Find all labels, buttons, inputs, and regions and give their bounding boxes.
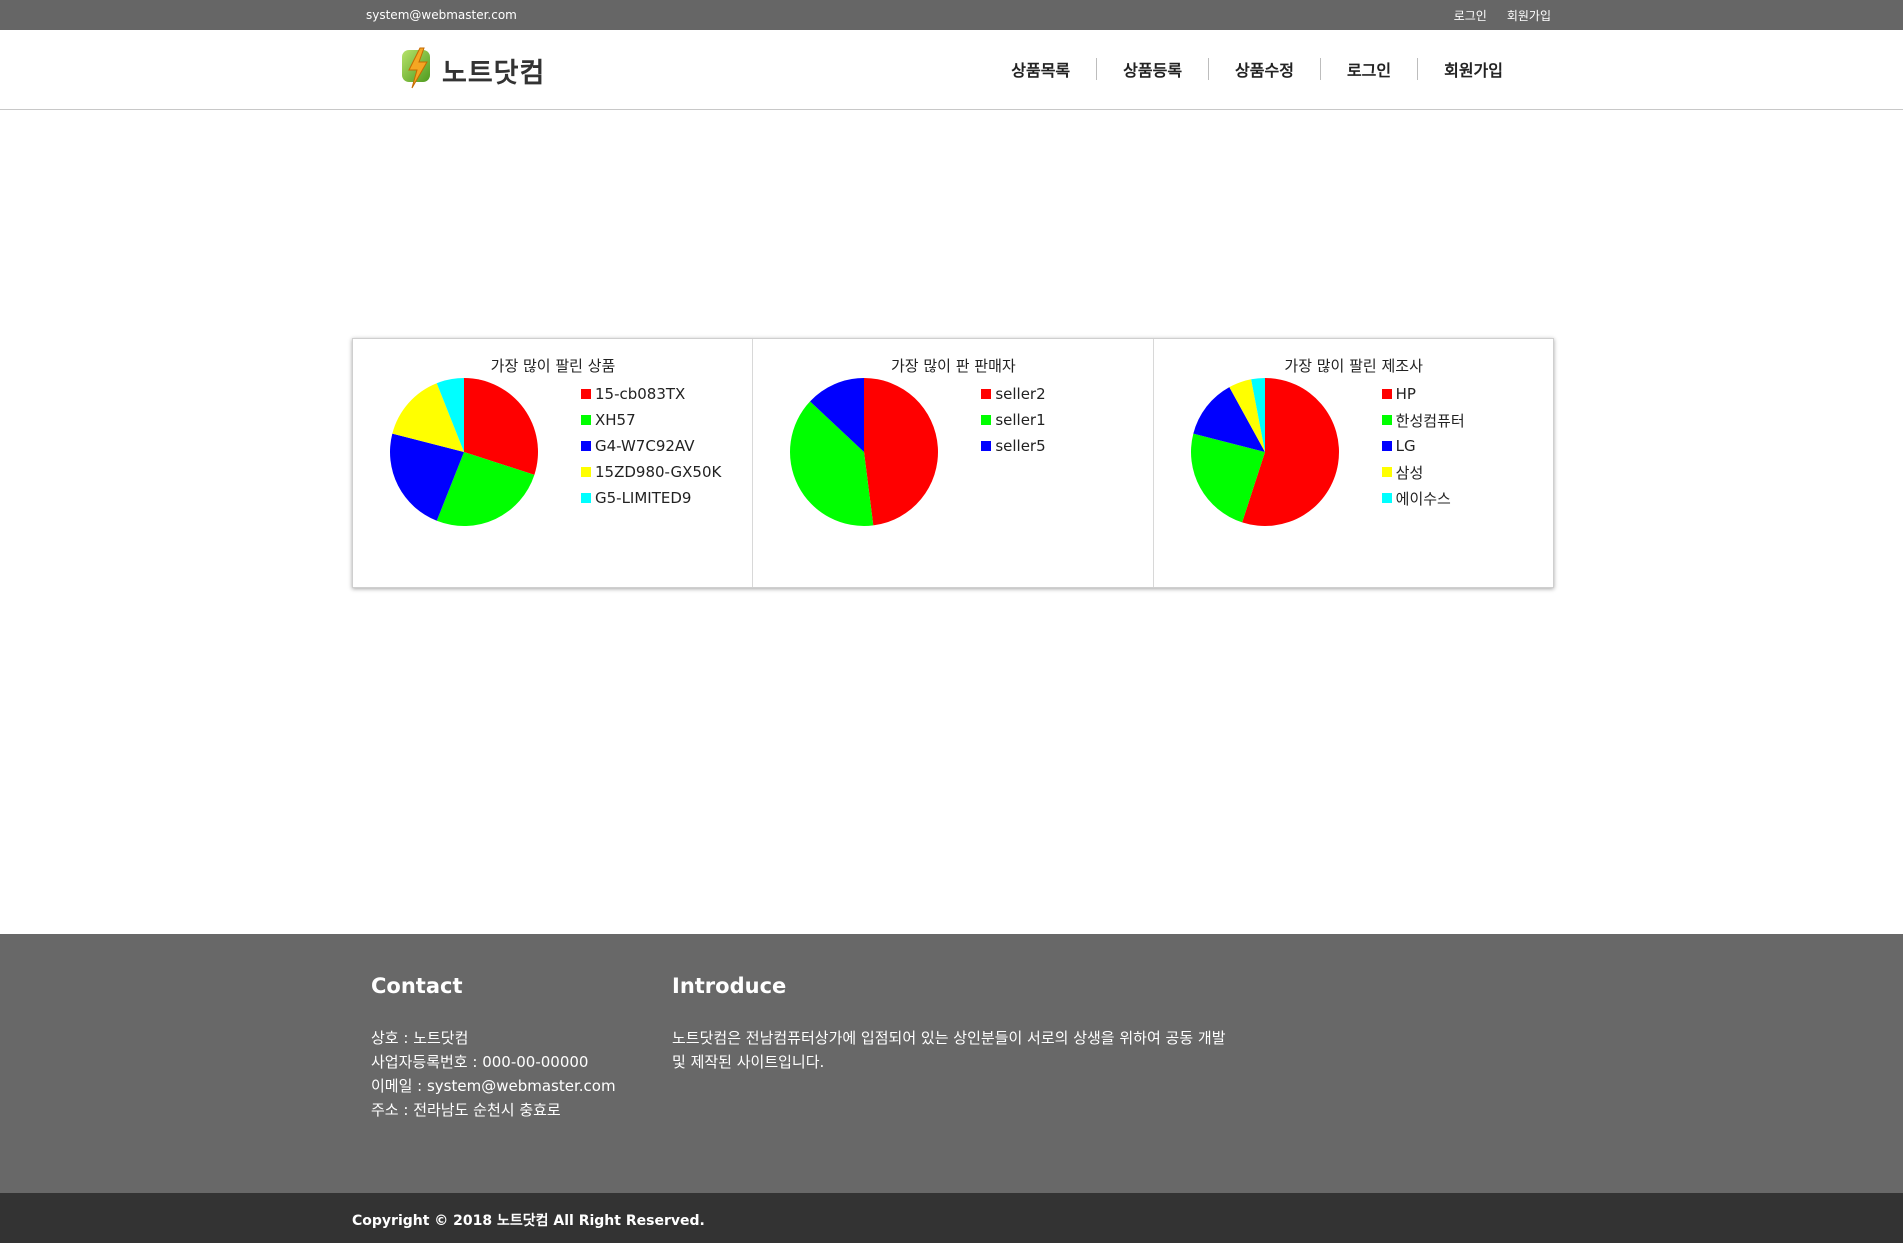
- chart-top-sellers: 가장 많이 판 판매자 seller2 seller1 seller5: [753, 339, 1154, 587]
- legend-swatch: [581, 415, 591, 425]
- legend-item: seller5: [981, 433, 1046, 459]
- legend-label: XH57: [595, 411, 636, 429]
- legend-label: HP: [1395, 385, 1416, 403]
- top-links: 로그인 회원가입: [1454, 7, 1551, 24]
- nav-login[interactable]: 로그인: [1321, 57, 1417, 81]
- copyright-text: Copyright © 2018 노트닷컴 All Right Reserved…: [352, 1213, 705, 1229]
- contact-lines: 상호 : 노트닷컴 사업자등록번호 : 000-00-00000 이메일 : s…: [371, 1026, 616, 1122]
- legend-swatch: [1381, 493, 1392, 503]
- legend-swatch: [1381, 467, 1392, 477]
- legend-swatch: [1381, 389, 1392, 399]
- legend-item: LG: [1381, 433, 1465, 459]
- legend-label: 에이수스: [1395, 489, 1451, 508]
- legend-swatch: [1381, 441, 1392, 451]
- logo-text: 노트닷컴: [442, 57, 546, 89]
- top-email: system@webmaster.com: [366, 8, 517, 22]
- legend-swatch: [581, 493, 591, 503]
- contact-business-name: 상호 : 노트닷컴: [371, 1029, 469, 1047]
- legend-label: 한성컴퓨터: [1395, 411, 1465, 430]
- top-bar: system@webmaster.com 로그인 회원가입: [0, 0, 1903, 30]
- legend-swatch: [581, 441, 591, 451]
- footer-introduce: Introduce 노트닷컴은 전남컴퓨터상가에 입점되어 있는 상인분들이 서…: [672, 974, 1232, 1074]
- legend-item: 에이수스: [1381, 485, 1465, 511]
- legend-swatch: [1381, 415, 1392, 425]
- chart-panel: 가장 많이 팔린 상품 15-cb083TX XH57 G4-W7C92AV 15ZD…: [352, 338, 1554, 588]
- introduce-heading: Introduce: [672, 974, 787, 998]
- contact-heading: Contact: [371, 974, 463, 998]
- legend-label: seller1: [995, 411, 1046, 429]
- chart-legend: 15-cb083TX XH57 G4-W7C92AV 15ZD980-GX50K G5-…: [581, 381, 721, 511]
- nav-product-list[interactable]: 상품목록: [985, 57, 1096, 81]
- pie-slice-0: [864, 378, 939, 526]
- legend-item: 15-cb083TX: [581, 381, 721, 407]
- legend-swatch: [981, 389, 992, 399]
- chart-legend: seller2 seller1 seller5: [981, 381, 1046, 459]
- pie-chart-top-sellers: [790, 378, 939, 526]
- site-header: 노트닷컴 상품목록 상품등록 상품수정 로그인 회원가입: [0, 30, 1903, 110]
- legend-label: 삼성: [1395, 463, 1424, 482]
- legend-swatch: [581, 467, 591, 477]
- legend-label: 15-cb083TX: [595, 385, 686, 403]
- nav-product-edit[interactable]: 상품수정: [1209, 57, 1320, 81]
- pie-chart-top-manufacturers: [1190, 378, 1339, 526]
- legend-swatch: [581, 389, 591, 399]
- legend-item: HP: [1381, 381, 1465, 407]
- contact-email: 이메일 : system@webmaster.com: [371, 1077, 616, 1095]
- legend-swatch: [981, 415, 992, 425]
- introduce-text: 노트닷컴은 전남컴퓨터상가에 입점되어 있는 상인분들이 서로의 상생을 위하여…: [672, 1029, 1226, 1071]
- top-login-link[interactable]: 로그인: [1454, 7, 1487, 24]
- legend-item: XH57: [581, 407, 721, 433]
- legend-item: G5-LIMITED9: [581, 485, 721, 511]
- site-footer: Contact 상호 : 노트닷컴 사업자등록번호 : 000-00-00000…: [0, 934, 1903, 1193]
- contact-address: 주소 : 전라남도 순천시 충효로: [371, 1101, 561, 1119]
- chart-legend: HP 한성컴퓨터 LG 삼성에이수스: [1381, 381, 1465, 511]
- legend-item: seller1: [981, 407, 1046, 433]
- legend-label: 15ZD980-GX50K: [595, 463, 722, 481]
- lightning-logo-icon: [400, 46, 434, 94]
- legend-label: G5-LIMITED9: [595, 489, 692, 507]
- chart-best-products: 가장 많이 팔린 상품 15-cb083TX XH57 G4-W7C92AV 15ZD…: [353, 339, 754, 587]
- copyright-bar: Copyright © 2018 노트닷컴 All Right Reserved…: [0, 1193, 1903, 1243]
- footer-contact: Contact 상호 : 노트닷컴 사업자등록번호 : 000-00-00000…: [371, 974, 616, 1122]
- legend-item: 15ZD980-GX50K: [581, 459, 721, 485]
- main-nav: 상품목록 상품등록 상품수정 로그인 회원가입: [985, 57, 1529, 81]
- legend-item: seller2: [981, 381, 1046, 407]
- nav-signup[interactable]: 회원가입: [1418, 57, 1529, 81]
- legend-item: 한성컴퓨터: [1381, 407, 1465, 433]
- nav-product-register[interactable]: 상품등록: [1097, 57, 1208, 81]
- legend-item: G4-W7C92AV: [581, 433, 721, 459]
- legend-swatch: [981, 441, 992, 451]
- legend-label: G4-W7C92AV: [595, 437, 695, 455]
- chart-top-manufacturers: 가장 많이 팔린 제조사 HP 한성컴퓨터 LG 삼성 에이수스: [1154, 339, 1553, 587]
- site-logo[interactable]: 노트닷컴: [400, 46, 545, 94]
- legend-label: LG: [1395, 437, 1416, 455]
- contact-registration-number: 사업자등록번호 : 000-00-00000: [371, 1053, 589, 1071]
- legend-label: seller5: [995, 437, 1046, 455]
- top-signup-link[interactable]: 회원가입: [1507, 7, 1551, 24]
- legend-label: seller2: [995, 385, 1046, 403]
- legend-item: 삼성: [1381, 459, 1465, 485]
